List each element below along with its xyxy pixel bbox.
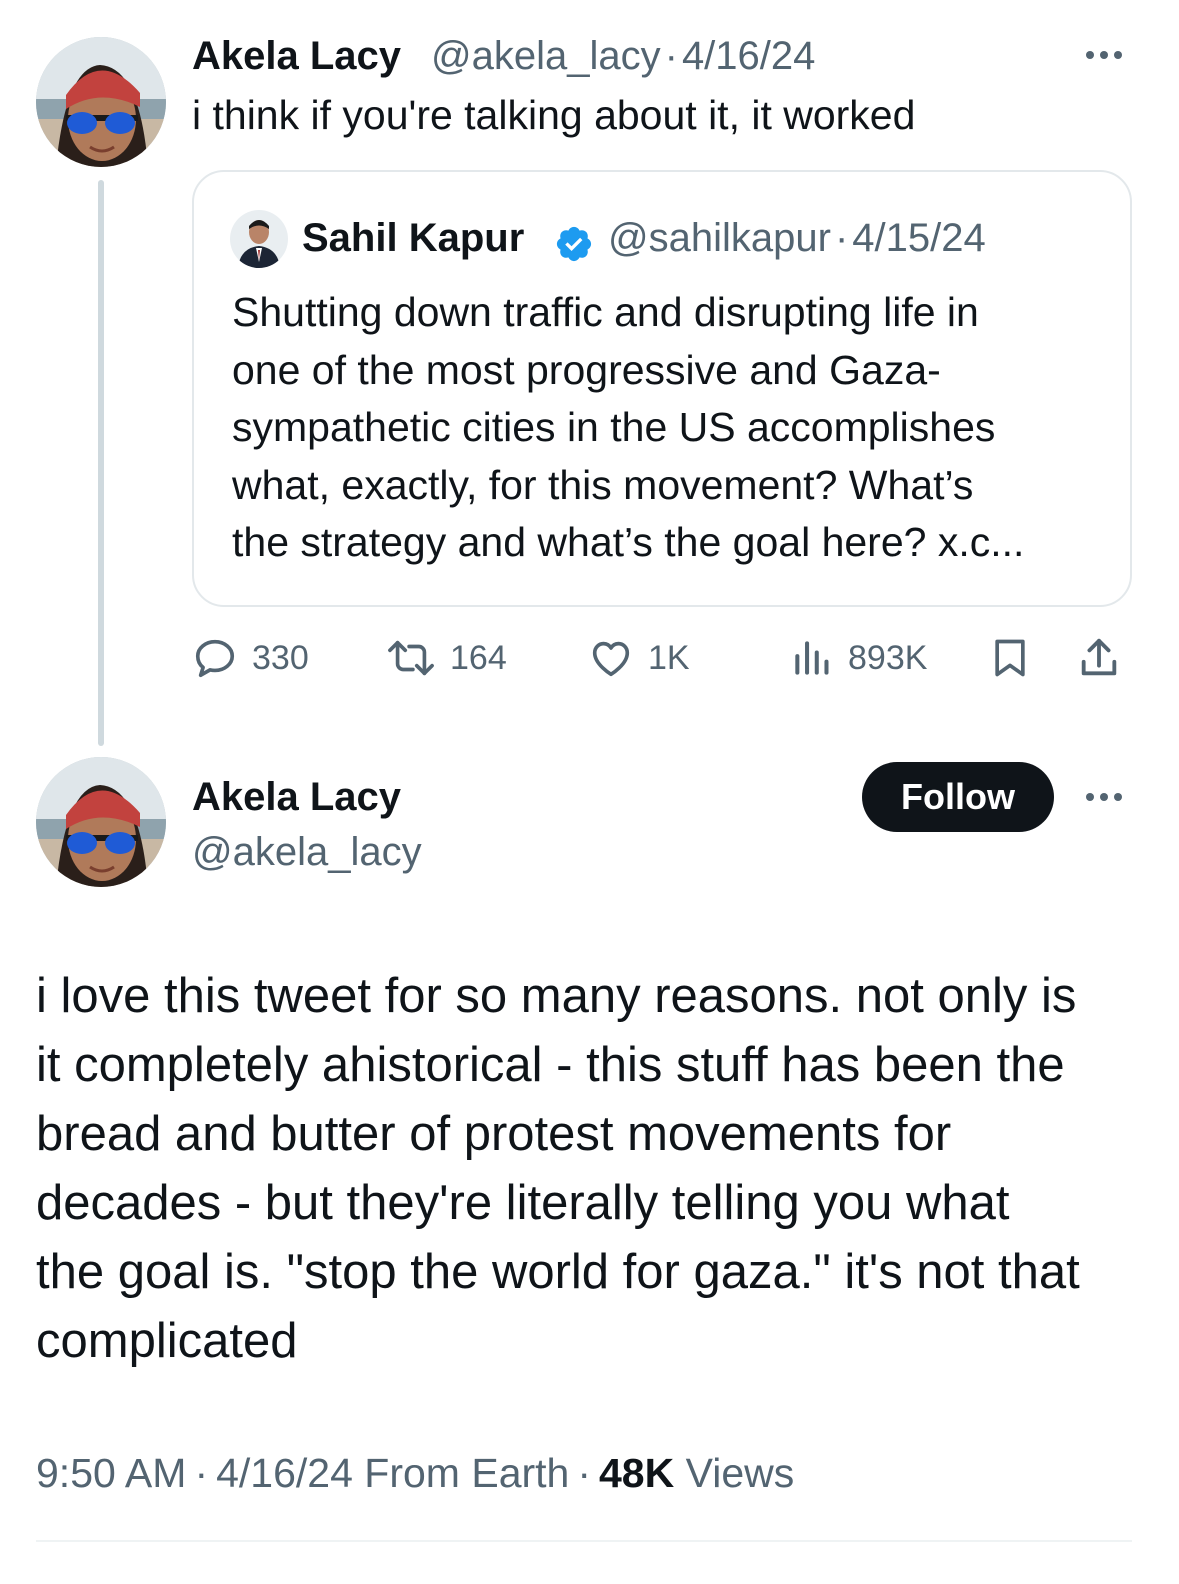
reply-date[interactable]: 4/16/24	[682, 34, 815, 78]
tweet-date[interactable]: 4/16/24	[216, 1450, 353, 1496]
tweet-views-label: Views	[685, 1450, 795, 1496]
quoted-author-handle[interactable]: @sahilkapur	[608, 216, 831, 260]
bottom-divider	[36, 1540, 1132, 1542]
views-button[interactable]: 893K	[790, 628, 927, 688]
quoted-text-line: sympathetic cities in the US accomplishe…	[232, 404, 996, 450]
quoted-date[interactable]: 4/15/24	[852, 216, 985, 260]
reply-count: 330	[252, 638, 309, 677]
like-count: 1K	[648, 638, 690, 677]
main-author-avatar[interactable]	[36, 757, 166, 887]
reply-author-handle[interactable]: @akela_lacy	[431, 34, 661, 78]
quoted-text-line: Shutting down traffic and disrupting lif…	[232, 289, 979, 335]
main-text-line: complicated	[36, 1314, 298, 1368]
reply-more-icon[interactable]	[1086, 51, 1122, 59]
quoted-meta: @sahilkapur · 4/15/24	[608, 216, 986, 261]
bookmark-button[interactable]	[988, 628, 1032, 688]
follow-button[interactable]: Follow	[862, 762, 1054, 832]
main-text-line: i love this tweet for so many reasons. n…	[36, 969, 1077, 1023]
reply-meta-separator: ·	[664, 34, 678, 78]
quoted-tweet-text: Shutting down traffic and disrupting lif…	[232, 284, 1112, 572]
tweet-views-count[interactable]: 48K	[599, 1450, 674, 1496]
reply-button[interactable]: 330	[192, 628, 309, 688]
repost-icon	[388, 640, 434, 676]
quoted-text-line: one of the most progressive and Gaza-	[232, 346, 941, 393]
main-author-handle[interactable]: @akela_lacy	[192, 830, 422, 875]
quoted-author-avatar	[230, 210, 288, 268]
reply-text: i think if you're talking about it, it w…	[192, 92, 916, 138]
views-count: 893K	[848, 638, 928, 677]
meta-separator: ·	[194, 1450, 209, 1496]
quoted-meta-separator: ·	[834, 216, 849, 260]
views-chart-icon	[795, 641, 829, 675]
bookmark-icon	[995, 639, 1025, 677]
share-icon	[1081, 638, 1117, 676]
share-button[interactable]	[1076, 628, 1122, 688]
repost-count: 164	[450, 638, 507, 677]
quoted-text-line: the strategy and what’s the goal here? x…	[232, 519, 1025, 565]
heart-icon	[592, 641, 630, 677]
reply-author-avatar[interactable]	[36, 37, 166, 167]
comment-icon	[195, 639, 235, 678]
quoted-author-name[interactable]: Sahil Kapur	[302, 216, 524, 261]
main-author-name[interactable]: Akela Lacy	[192, 775, 401, 820]
quoted-tweet-card[interactable]: Sahil Kapur @sahilkapur · 4/15/24 Shutting…	[192, 170, 1132, 607]
main-more-icon[interactable]	[1086, 793, 1122, 801]
verified-badge-icon	[556, 226, 592, 262]
main-tweet-meta: 9:50 AM · 4/16/24 From Earth · 48K Views	[36, 1450, 794, 1497]
reply-action-bar: 330 164 1K 893K	[192, 628, 1132, 688]
main-text-line: bread and butter of protest movements fo…	[36, 1107, 952, 1161]
tweet-source: From Earth	[364, 1450, 570, 1496]
reply-meta: @akela_lacy · 4/16/24	[431, 34, 815, 79]
quoted-text-line: what, exactly, for this movement? What’s	[232, 461, 974, 508]
like-button[interactable]: 1K	[588, 628, 690, 688]
main-text-line: it completely ahistorical - this stuff h…	[36, 1038, 1065, 1092]
thread-connector-line	[98, 180, 104, 746]
main-text-line: the goal is. "stop the world for gaza." …	[36, 1245, 1080, 1299]
main-text-line: decades - but they're literally telling …	[36, 1176, 1010, 1230]
meta-separator: ·	[577, 1450, 591, 1496]
repost-button[interactable]: 164	[386, 628, 507, 688]
tweet-time[interactable]: 9:50 AM	[36, 1450, 186, 1496]
main-tweet-text: i love this tweet for so many reasons. n…	[36, 962, 1146, 1376]
reply-author-name[interactable]: Akela Lacy	[192, 34, 401, 79]
